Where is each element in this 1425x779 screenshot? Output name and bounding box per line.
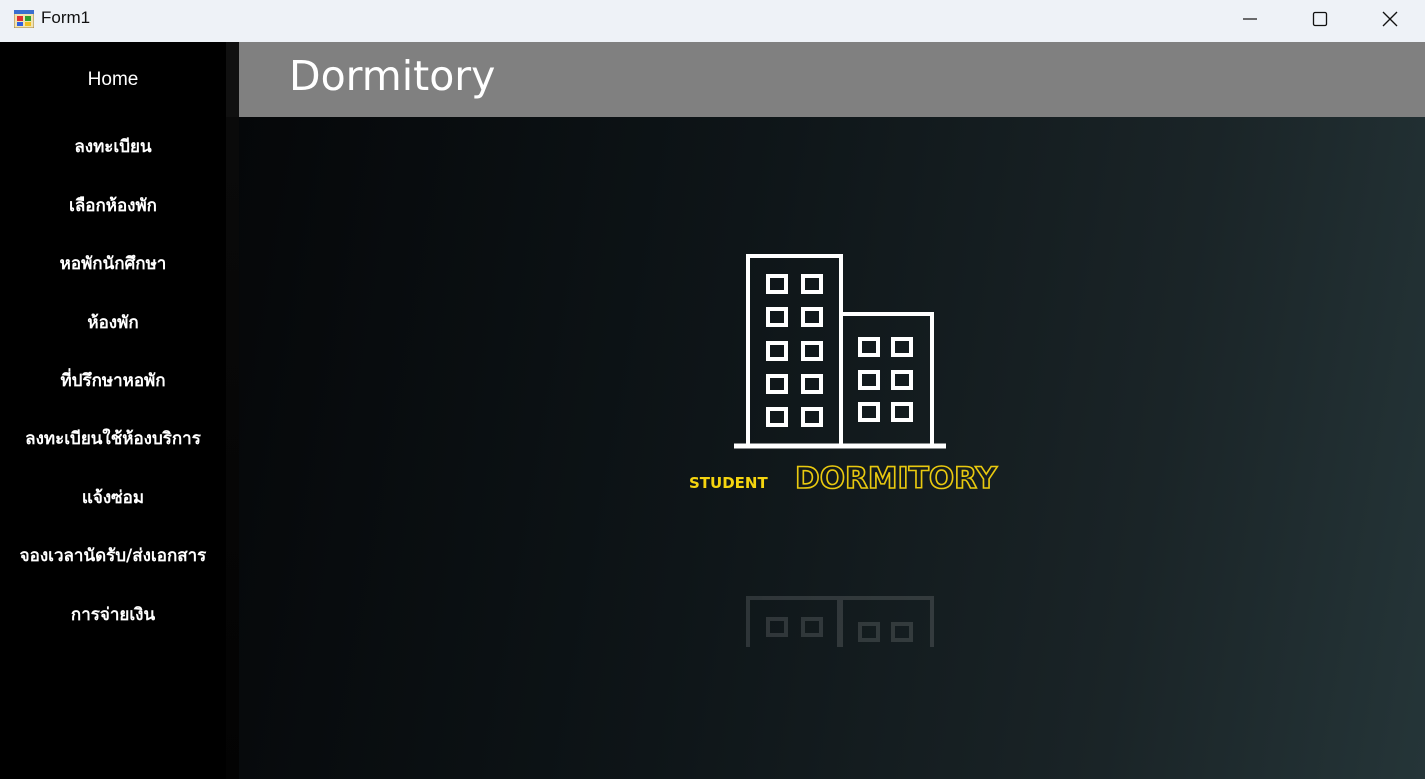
dormitory-logo: STUDENT DORMITORY bbox=[689, 254, 999, 647]
logo-text-dormitory: DORMITORY bbox=[795, 461, 998, 495]
window-title: Form1 bbox=[41, 8, 91, 27]
building-reflection bbox=[746, 596, 934, 647]
sidebar-item-dorm-advisor[interactable]: ที่ปรึกษาหอพัก bbox=[0, 360, 226, 400]
minimize-icon bbox=[1243, 18, 1257, 20]
sidebar-divider bbox=[226, 42, 239, 779]
close-icon bbox=[1382, 11, 1398, 27]
sidebar-item-document-appointment[interactable]: จองเวลานัดรับ/ส่งเอกสาร bbox=[0, 535, 226, 575]
maximize-button[interactable] bbox=[1285, 0, 1355, 38]
main-panel: STUDENT DORMITORY bbox=[239, 117, 1425, 779]
minimize-button[interactable] bbox=[1215, 0, 1285, 38]
app-window: Form1 Home ลงทะเบียน เลือกห้องพัก หอพักน… bbox=[0, 0, 1425, 779]
sidebar-item-room[interactable]: ห้องพัก bbox=[0, 302, 226, 342]
logo-text-student: STUDENT bbox=[689, 474, 768, 492]
sidebar-item-repair-request[interactable]: แจ้งซ่อม bbox=[0, 477, 226, 517]
app-icon bbox=[14, 10, 34, 28]
sidebar: Home ลงทะเบียน เลือกห้องพัก หอพักนักศึกษ… bbox=[0, 42, 226, 779]
sidebar-item-service-room-register[interactable]: ลงทะเบียนใช้ห้องบริการ bbox=[0, 418, 226, 458]
maximize-icon bbox=[1312, 11, 1328, 27]
sidebar-item-student-dormitory[interactable]: หอพักนักศึกษา bbox=[0, 243, 226, 283]
sidebar-item-select-room[interactable]: เลือกห้องพัก bbox=[0, 185, 226, 225]
sidebar-item-register[interactable]: ลงทะเบียน bbox=[0, 126, 226, 166]
header-bar: Dormitory bbox=[239, 42, 1425, 117]
title-bar[interactable]: Form1 bbox=[0, 0, 1425, 42]
close-button[interactable] bbox=[1355, 0, 1425, 38]
sidebar-item-payment[interactable]: การจ่ายเงิน bbox=[0, 594, 226, 634]
sidebar-home-button[interactable]: Home bbox=[0, 42, 226, 117]
building-icon bbox=[734, 254, 946, 449]
page-title: Dormitory bbox=[289, 52, 496, 100]
